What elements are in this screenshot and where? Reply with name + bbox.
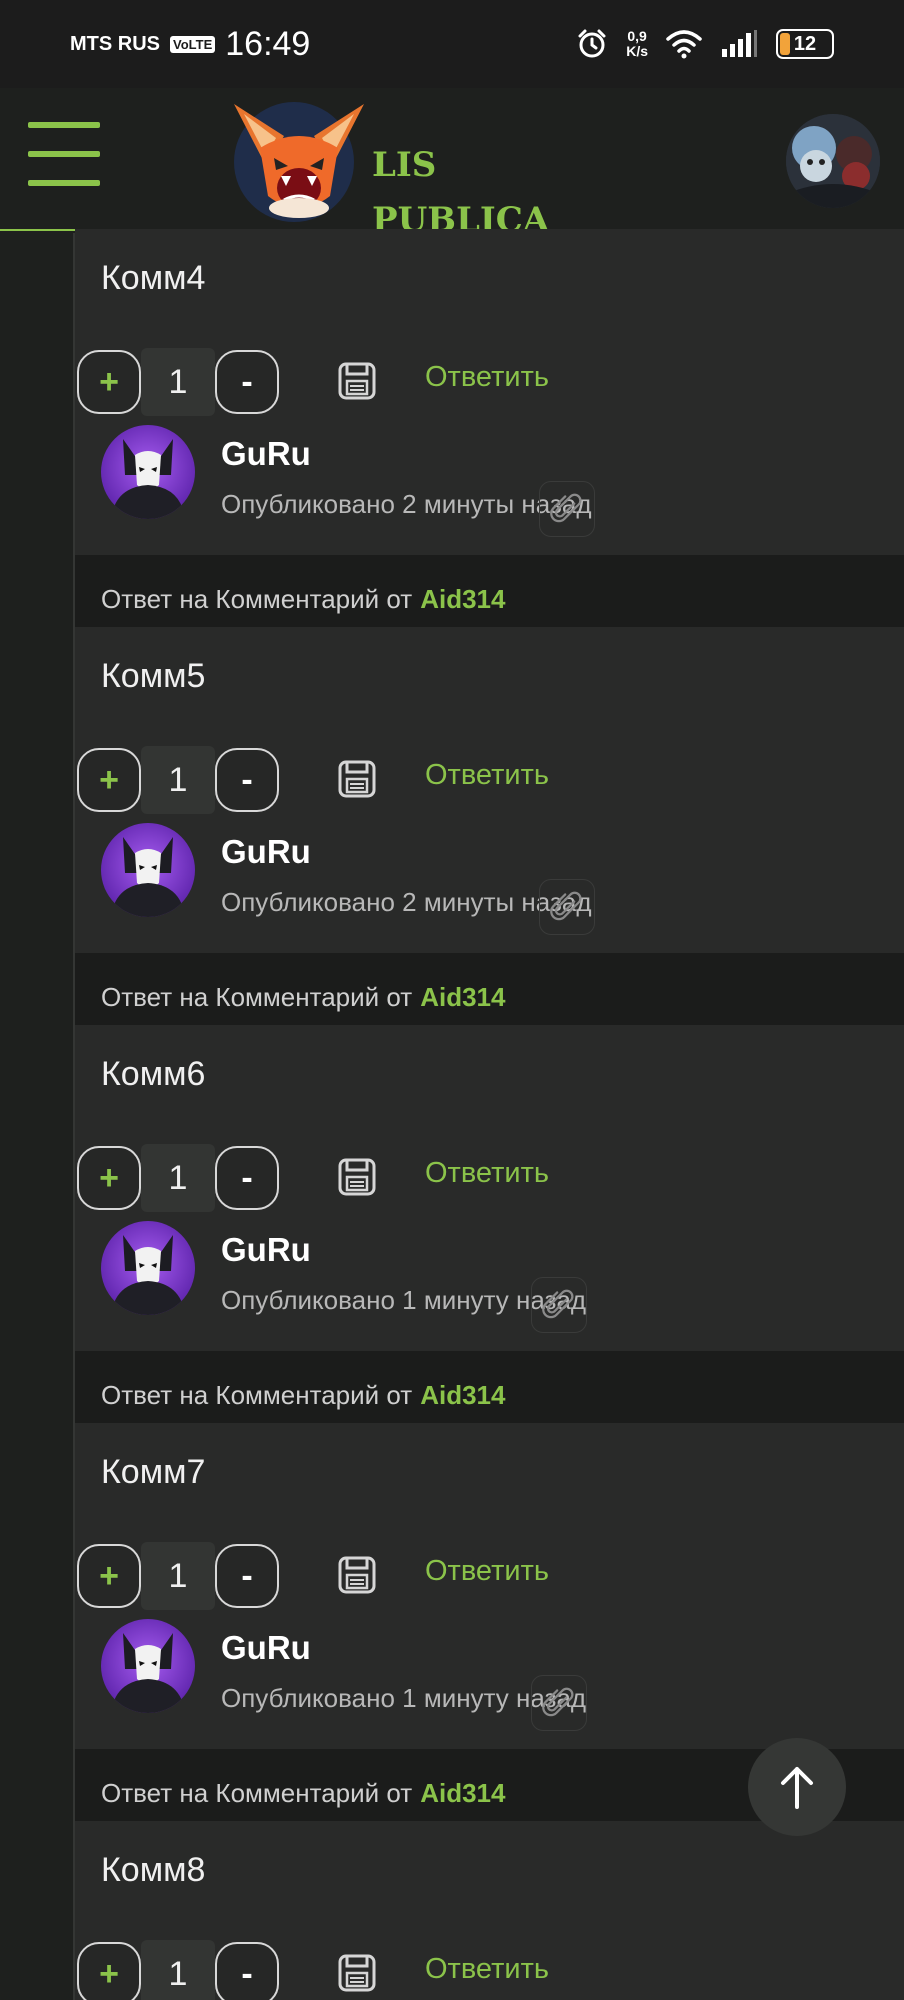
published-time: Опубликовано 2 минуты назад — [221, 887, 592, 917]
reply-reference-author[interactable]: Aid314 — [420, 1778, 505, 1809]
vote-count: 1 — [141, 1144, 215, 1212]
comment-author-row: GuRu Опубликовано 2 минуты назад — [101, 425, 901, 537]
logo-line-1: LIS — [372, 145, 437, 185]
floppy-disk-icon[interactable] — [337, 1953, 377, 1993]
comment-text: Комм5 — [101, 657, 206, 695]
author-name[interactable]: GuRu — [221, 1231, 311, 1269]
downvote-button[interactable]: - — [215, 1146, 279, 1210]
vote-controls: +1- — [77, 348, 279, 416]
reply-reference-author[interactable]: Aid314 — [420, 584, 505, 615]
reply-reference-author[interactable]: Aid314 — [420, 1380, 505, 1411]
downvote-button[interactable]: - — [215, 748, 279, 812]
network-speed-unit: K/s — [626, 43, 648, 59]
carrier-name: MTS RUS — [70, 32, 160, 55]
comment-author-row: GuRu Опубликовано 2 минуты назад — [101, 823, 901, 935]
comment-card: Комм4 +1- Ответить GuRu Опубликовано 2 минут… — [75, 229, 904, 643]
published-time: Опубликовано 2 минуты назад — [221, 489, 592, 519]
network-speed: 0,9 K/s — [626, 29, 648, 59]
downvote-button[interactable]: - — [215, 1544, 279, 1608]
signal-icon — [722, 30, 757, 57]
battery-level: 12 — [793, 32, 817, 55]
vote-controls: +1- — [77, 1144, 279, 1212]
avatar[interactable] — [101, 1221, 195, 1315]
arrow-up-icon — [781, 1767, 813, 1809]
downvote-button[interactable]: - — [215, 1942, 279, 2000]
fox-logo-icon[interactable] — [226, 96, 374, 224]
upvote-button[interactable]: + — [77, 748, 141, 812]
comment-text: Комм6 — [101, 1055, 206, 1093]
comment-card: Комм5 +1- Ответить GuRu Опубликовано 2 минут… — [75, 627, 904, 1041]
avatar[interactable] — [101, 1619, 195, 1713]
app-header: LIS PUBLICA — [0, 88, 904, 240]
reply-button[interactable]: Ответить — [425, 1953, 549, 1986]
avatar[interactable] — [101, 823, 195, 917]
reply-reference-label: Ответ на Комментарий от — [101, 583, 413, 614]
paperclip-icon[interactable] — [531, 1675, 587, 1731]
clock: 16:49 — [225, 24, 311, 63]
author-name[interactable]: GuRu — [221, 833, 311, 871]
floppy-disk-icon[interactable] — [337, 1555, 377, 1595]
paperclip-icon[interactable] — [539, 879, 595, 935]
reply-reference-label: Ответ на Комментарий от — [101, 1379, 413, 1410]
upvote-button[interactable]: + — [77, 1146, 141, 1210]
floppy-disk-icon[interactable] — [337, 759, 377, 799]
thread-indent-rail — [0, 233, 73, 2000]
reply-reference-author[interactable]: Aid314 — [420, 982, 505, 1013]
reply-reference-label: Ответ на Комментарий от — [101, 1777, 413, 1808]
network-speed-value: 0,9 — [627, 28, 647, 44]
vote-controls: +1- — [77, 746, 279, 814]
comment-text: Комм8 — [101, 1851, 206, 1889]
reply-button[interactable]: Ответить — [425, 1157, 549, 1190]
avatar[interactable] — [101, 425, 195, 519]
battery-indicator: 12 — [776, 29, 834, 59]
scroll-to-top-button[interactable] — [748, 1738, 846, 1836]
vote-count: 1 — [141, 348, 215, 416]
status-bar: MTS RUS VoLTE 16:49 0,9 K/s 12 — [0, 0, 904, 88]
comment-card: Комм8 +1- Ответить — [75, 1821, 904, 2000]
vote-controls: +1- — [77, 1940, 279, 2000]
author-name[interactable]: GuRu — [221, 1629, 311, 1667]
comment-text: Комм7 — [101, 1453, 206, 1491]
reply-button[interactable]: Ответить — [425, 361, 549, 394]
reply-button[interactable]: Ответить — [425, 1555, 549, 1588]
author-name[interactable]: GuRu — [221, 435, 311, 473]
comment-text: Комм4 — [101, 259, 206, 297]
reply-button[interactable]: Ответить — [425, 759, 549, 792]
vote-controls: +1- — [77, 1542, 279, 1610]
comment-card: Комм6 +1- Ответить GuRu Опубликовано 1 минут… — [75, 1025, 904, 1439]
upvote-button[interactable]: + — [77, 1544, 141, 1608]
paperclip-icon[interactable] — [531, 1277, 587, 1333]
hamburger-icon[interactable] — [28, 118, 100, 190]
reply-reference-label: Ответ на Комментарий от — [101, 981, 413, 1012]
volte-badge: VoLTE — [170, 35, 216, 53]
wifi-icon — [666, 30, 702, 59]
downvote-button[interactable]: - — [215, 350, 279, 414]
comment-author-row: GuRu Опубликовано 1 минуту назад — [101, 1221, 901, 1333]
upvote-button[interactable]: + — [77, 1942, 141, 2000]
comment-thread: Комм4 +1- Ответить GuRu Опубликовано 2 минут… — [73, 229, 904, 2000]
upvote-button[interactable]: + — [77, 350, 141, 414]
alarm-icon — [578, 29, 606, 58]
floppy-disk-icon[interactable] — [337, 1157, 377, 1197]
floppy-disk-icon[interactable] — [337, 361, 377, 401]
vote-count: 1 — [141, 1940, 215, 2000]
vote-count: 1 — [141, 1542, 215, 1610]
comment-author-row: GuRu Опубликовано 1 минуту назад — [101, 1619, 901, 1731]
vote-count: 1 — [141, 746, 215, 814]
paperclip-icon[interactable] — [539, 481, 595, 537]
user-avatar[interactable] — [786, 114, 880, 208]
